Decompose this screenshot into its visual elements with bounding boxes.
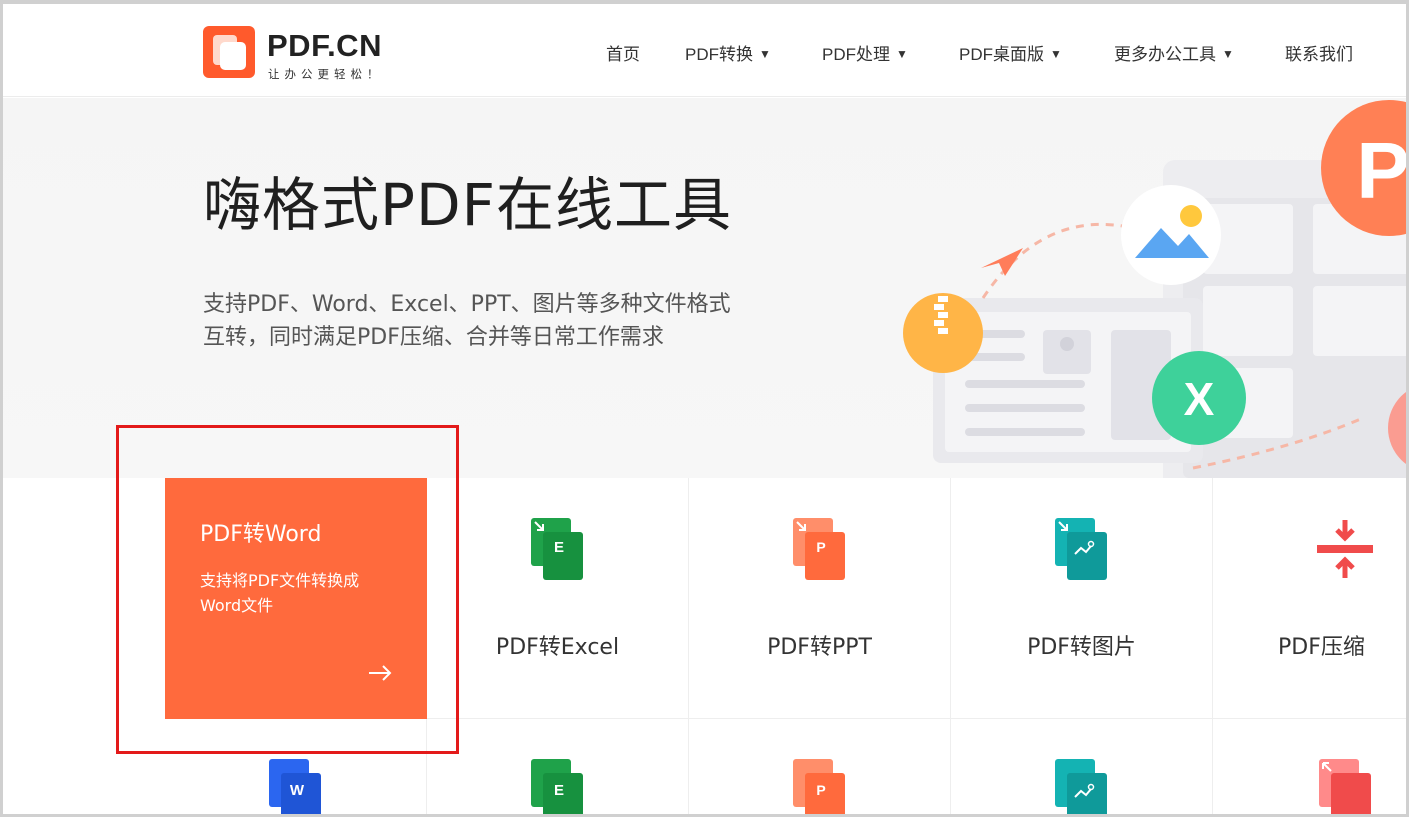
- nav-pdf-desktop[interactable]: PDF桌面版 ▼: [959, 40, 1062, 64]
- hero-desc-line1: 支持PDF、Word、Excel、PPT、图片等多种文件格式: [203, 292, 731, 317]
- tool-card-pdf-to-excel[interactable]: E PDF转Excel: [427, 478, 689, 719]
- tool-card-image[interactable]: [951, 719, 1213, 817]
- site-logo[interactable]: PDF.CN 让办公更轻松！: [203, 26, 403, 82]
- arrow-right-icon[interactable]: [365, 658, 395, 688]
- excel-badge-letter: X: [1184, 373, 1215, 425]
- page-title: 嗨格式PDF在线工具: [203, 171, 732, 239]
- tool-card-description: 支持将PDF文件转换成Word文件: [200, 571, 360, 615]
- nav-more-tools[interactable]: 更多办公工具 ▼: [1114, 40, 1234, 64]
- tool-card-pdf-to-word[interactable]: PDF转Word 支持将PDF文件转换成Word文件: [165, 478, 427, 719]
- nav-pdf-convert[interactable]: PDF转换 ▼: [685, 40, 771, 64]
- ppt-letter: P: [816, 782, 825, 798]
- image-file-icon: [1055, 518, 1107, 580]
- caret-down-icon: ▼: [1050, 47, 1062, 61]
- hero-description: 支持PDF、Word、Excel、PPT、图片等多种文件格式 互转，同时满足PD…: [203, 288, 763, 354]
- tool-card-pdf-red[interactable]: [1213, 719, 1406, 817]
- excel-file-icon: E: [531, 518, 583, 580]
- nav-more-tools-label: 更多办公工具: [1114, 45, 1216, 64]
- tool-card-word[interactable]: W: [165, 719, 427, 817]
- word-letter: W: [290, 782, 305, 799]
- nav-pdf-convert-label: PDF转换: [685, 45, 753, 64]
- tool-card-pdf-to-ppt[interactable]: P PDF转PPT: [689, 478, 951, 719]
- tool-grid: PDF转Word 支持将PDF文件转换成Word文件 E PDF转Excel P…: [165, 478, 1406, 817]
- word-file-icon: W: [269, 759, 321, 817]
- site-header: PDF.CN 让办公更轻松！ 首页 PDF转换 ▼ PDF处理 ▼ PDF桌面版 ▼ …: [3, 4, 1406, 97]
- nav-contact[interactable]: 联系我们: [1285, 40, 1353, 64]
- nav-contact-label: 联系我们: [1285, 45, 1353, 64]
- ppt-letter: P: [816, 539, 825, 555]
- tool-card-label: PDF转图片: [1027, 635, 1136, 660]
- tool-card-pdf-compress[interactable]: PDF压缩: [1213, 478, 1406, 719]
- image-file-icon: [1055, 759, 1107, 817]
- pdf-badge-letter: P: [1356, 126, 1406, 215]
- tool-card-label: PDF压缩: [1278, 635, 1365, 660]
- compress-icon: [1317, 520, 1373, 578]
- nav-pdf-desktop-label: PDF桌面版: [959, 45, 1044, 64]
- excel-letter: E: [554, 539, 564, 556]
- hero-banner: 嗨格式PDF在线工具 支持PDF、Word、Excel、PPT、图片等多种文件格…: [3, 98, 1406, 478]
- excel-letter: E: [554, 782, 564, 799]
- ppt-file-icon: P: [793, 759, 845, 817]
- tool-card-label: PDF转PPT: [767, 635, 872, 660]
- tool-card-pdf-to-image[interactable]: PDF转图片: [951, 478, 1213, 719]
- caret-down-icon: ▼: [896, 47, 908, 61]
- logo-title: PDF.CN: [267, 28, 382, 63]
- pdf-file-icon: [1319, 759, 1371, 817]
- nav-pdf-process-label: PDF处理: [822, 45, 890, 64]
- caret-down-icon: ▼: [759, 47, 771, 61]
- nav-pdf-process[interactable]: PDF处理 ▼: [822, 40, 908, 64]
- hero-illustration: X P: [903, 100, 1406, 478]
- nav-home[interactable]: 首页: [606, 40, 640, 64]
- tool-card-label: PDF转Excel: [495, 635, 620, 660]
- tool-card-ppt[interactable]: P: [689, 719, 951, 817]
- logo-icon: [203, 26, 255, 78]
- logo-slogan: 让办公更轻松！: [268, 67, 384, 81]
- nav-home-label: 首页: [606, 45, 640, 64]
- tool-card-title: PDF转Word: [200, 522, 322, 547]
- caret-down-icon: ▼: [1222, 47, 1234, 61]
- excel-file-icon: E: [531, 759, 583, 817]
- tool-card-excel[interactable]: E: [427, 719, 689, 817]
- ppt-file-icon: P: [793, 518, 845, 580]
- hero-desc-line2: 互转，同时满足PDF压缩、合并等日常工作需求: [203, 325, 664, 350]
